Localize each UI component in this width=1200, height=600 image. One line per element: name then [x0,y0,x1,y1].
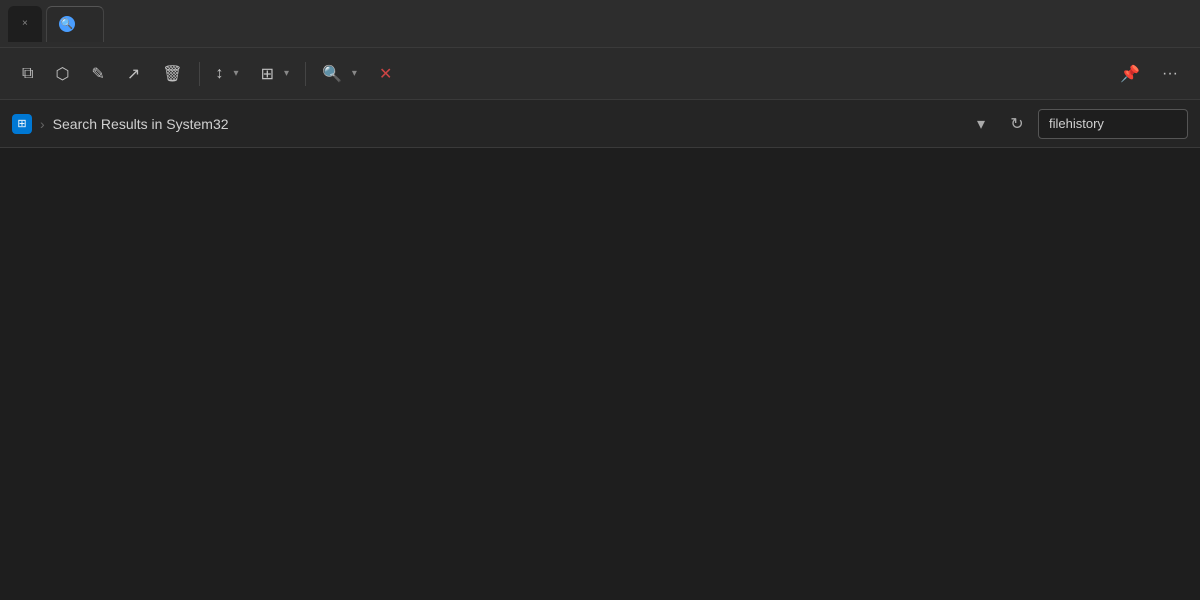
rename-button[interactable]: ✎ [81,58,114,90]
breadcrumb-text[interactable]: Search Results in System32 [53,116,958,132]
pin-button[interactable]: 📌 [1110,58,1150,90]
view-button[interactable]: ⊞ ▾ [251,58,299,90]
copy-icon: ⧉ [22,65,33,83]
tab-active[interactable]: 🔍 [46,6,104,42]
search-options-icon: 🔍 [322,64,342,84]
search-options-chevron-icon: ▾ [352,68,357,79]
delete-button[interactable]: 🗑 [152,58,192,90]
search-tab-icon: 🔍 [59,16,75,32]
share-icon: ↗ [127,64,140,84]
tab-inactive[interactable]: × [8,6,42,42]
nav-home-icon[interactable]: ⊞ [12,114,32,134]
addressbar: ⊞ › Search Results in System32 ▾ ↻ [0,100,1200,148]
toolbar: ⧉ ⬡ ✎ ↗ 🗑 ↕ ▾ ⊞ ▾ 🔍 ▾ ✕ 📌 ··· [0,48,1200,100]
sort-chevron-icon: ▾ [234,68,239,79]
close-search-icon: ✕ [379,64,392,84]
close-inactive-icon[interactable]: × [20,16,30,31]
sort-button[interactable]: ↕ ▾ [206,59,249,89]
more-button[interactable]: ··· [1152,59,1188,89]
breadcrumb-separator: › [40,116,45,132]
more-icon: ··· [1162,65,1178,83]
pin-icon: 📌 [1120,64,1140,84]
addressbar-actions: ▾ ↻ [966,109,1188,139]
paste-button[interactable]: ⬡ [45,58,79,90]
expand-address-button[interactable]: ▾ [966,109,996,139]
toolbar-divider-2 [305,62,306,86]
share-button[interactable]: ↗ [117,58,150,90]
file-list [0,148,1200,164]
titlebar: × 🔍 [0,0,1200,48]
new-tab-button[interactable] [108,20,124,28]
close-search-button[interactable]: ✕ [369,58,407,90]
paste-icon: ⬡ [55,64,69,84]
copy-button[interactable]: ⧉ [12,59,43,89]
search-options-button[interactable]: 🔍 ▾ [312,58,367,90]
refresh-button[interactable]: ↻ [1002,109,1032,139]
rename-icon: ✎ [91,64,104,84]
search-input[interactable] [1038,109,1188,139]
toolbar-divider-1 [199,62,200,86]
sort-icon: ↕ [216,65,224,83]
view-chevron-icon: ▾ [284,68,289,79]
view-icon: ⊞ [261,64,274,84]
delete-icon: 🗑 [162,64,182,84]
